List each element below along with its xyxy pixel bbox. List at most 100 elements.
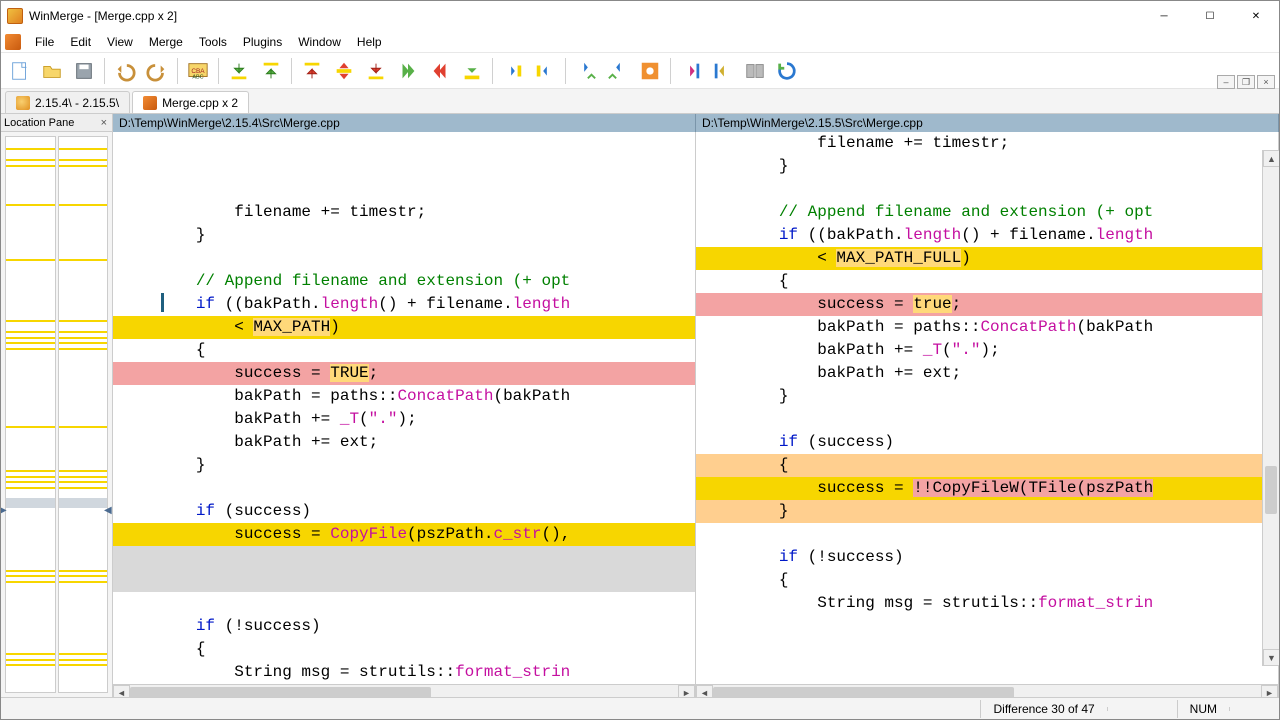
code-line[interactable]: bakPath = paths::ConcatPath(bakPath <box>696 316 1278 339</box>
scroll-up-icon[interactable]: ▲ <box>1263 150 1279 167</box>
menu-plugins[interactable]: Plugins <box>235 32 290 52</box>
menu-merge[interactable]: Merge <box>141 32 191 52</box>
code-line[interactable]: success = CopyFile(pszPath.c_str(), <box>113 523 695 546</box>
scroll-right-icon[interactable]: ► <box>1261 685 1278 698</box>
code-line[interactable] <box>113 569 695 592</box>
code-line[interactable]: { <box>696 270 1278 293</box>
scroll-left-icon[interactable]: ◄ <box>113 685 130 698</box>
menu-file[interactable]: File <box>27 32 62 52</box>
new-button[interactable] <box>5 56 35 86</box>
menu-window[interactable]: Window <box>290 32 349 52</box>
code-line[interactable] <box>113 477 695 500</box>
right-code-pane[interactable]: filename += timestr; } // Append filenam… <box>696 132 1279 697</box>
code-line[interactable]: bakPath += _T("."); <box>113 408 695 431</box>
diff-up-button[interactable] <box>256 56 286 86</box>
left-file-header[interactable]: D:\Temp\WinMerge\2.15.4\Src\Merge.cpp <box>113 114 696 132</box>
code-line[interactable]: } <box>696 500 1278 523</box>
save-button[interactable] <box>69 56 99 86</box>
maximize-button[interactable]: ☐ <box>1187 1 1233 31</box>
code-line[interactable]: if (!success) <box>113 615 695 638</box>
copy-right-button[interactable] <box>498 56 528 86</box>
code-line[interactable] <box>696 408 1278 431</box>
open-button[interactable] <box>37 56 67 86</box>
code-line[interactable]: { <box>696 569 1278 592</box>
code-line[interactable]: bakPath = paths::ConcatPath(bakPath <box>113 385 695 408</box>
code-line[interactable] <box>113 592 695 615</box>
code-line[interactable]: bakPath += _T("."); <box>696 339 1278 362</box>
code-line[interactable]: < MAX_PATH) <box>113 316 695 339</box>
code-line[interactable]: if ((bakPath.length() + filename.length <box>696 224 1278 247</box>
diff-down-button[interactable] <box>224 56 254 86</box>
code-line[interactable]: { <box>113 339 695 362</box>
next-diff-button[interactable] <box>393 56 423 86</box>
code-line[interactable]: String msg = strutils::format_strin <box>113 661 695 684</box>
refresh-button[interactable] <box>772 56 802 86</box>
code-line[interactable]: if ((bakPath.length() + filename.length <box>113 293 695 316</box>
code-line[interactable]: } <box>696 155 1278 178</box>
right-hscrollbar[interactable]: ◄ ► <box>696 684 1278 697</box>
skip-diff-button[interactable] <box>457 56 487 86</box>
code-line[interactable]: { <box>696 454 1278 477</box>
tab-0[interactable]: 2.15.4\ - 2.15.5\ <box>5 91 130 113</box>
scroll-down-icon[interactable]: ▼ <box>1263 649 1279 666</box>
menu-tools[interactable]: Tools <box>191 32 235 52</box>
mdi-close[interactable]: × <box>1257 75 1275 89</box>
code-line[interactable]: { <box>113 638 695 661</box>
mdi-controls: – ❐ × <box>1217 75 1275 89</box>
split-button[interactable] <box>740 56 770 86</box>
code-line[interactable]: } <box>113 224 695 247</box>
wrench-button[interactable] <box>635 56 665 86</box>
abc-button[interactable]: CBAABC <box>183 56 213 86</box>
copy-left-next-button[interactable] <box>603 56 633 86</box>
all-right-button[interactable] <box>676 56 706 86</box>
prev-diff-button[interactable] <box>425 56 455 86</box>
location-column-left[interactable] <box>5 136 56 693</box>
status-bar: Difference 30 of 47 NUM <box>1 697 1279 719</box>
code-line[interactable]: success = !!CopyFileW(TFile(pszPath <box>696 477 1278 500</box>
tab-1[interactable]: Merge.cpp x 2 <box>132 91 249 113</box>
code-line[interactable] <box>113 546 695 569</box>
menu-edit[interactable]: Edit <box>62 32 99 52</box>
scroll-left-icon[interactable]: ◄ <box>696 685 713 698</box>
copy-right-next-button[interactable] <box>571 56 601 86</box>
code-line[interactable]: if (!success) <box>696 546 1278 569</box>
mdi-minimize[interactable]: – <box>1217 75 1235 89</box>
vscrollbar[interactable]: ▲ ▼ <box>1262 150 1279 666</box>
scroll-right-icon[interactable]: ► <box>678 685 695 698</box>
code-line[interactable] <box>696 178 1278 201</box>
code-line[interactable]: String msg = strutils::format_strin <box>696 592 1278 615</box>
code-line[interactable]: if (success) <box>113 500 695 523</box>
undo-button[interactable] <box>110 56 140 86</box>
code-line[interactable] <box>696 523 1278 546</box>
copy-left-button[interactable] <box>530 56 560 86</box>
location-pane-close[interactable]: × <box>99 117 109 129</box>
code-line[interactable]: if (success) <box>696 431 1278 454</box>
all-left-button[interactable] <box>708 56 738 86</box>
close-button[interactable]: ✕ <box>1233 1 1279 31</box>
left-code-pane[interactable]: filename += timestr; } // Append filenam… <box>113 132 696 697</box>
code-line[interactable]: success = TRUE; <box>113 362 695 385</box>
code-line[interactable]: < MAX_PATH_FULL) <box>696 247 1278 270</box>
code-line[interactable]: // Append filename and extension (+ opt <box>113 270 695 293</box>
code-line[interactable] <box>113 247 695 270</box>
right-file-header[interactable]: D:\Temp\WinMerge\2.15.5\Src\Merge.cpp <box>696 114 1279 132</box>
code-line[interactable]: // Append filename and extension (+ opt <box>696 201 1278 224</box>
mdi-restore[interactable]: ❐ <box>1237 75 1255 89</box>
code-line[interactable]: } <box>113 454 695 477</box>
code-line[interactable]: filename += timestr; <box>113 201 695 224</box>
location-column-right[interactable] <box>58 136 109 693</box>
redo-button[interactable] <box>142 56 172 86</box>
code-line[interactable]: success = true; <box>696 293 1278 316</box>
code-line[interactable]: bakPath += ext; <box>696 362 1278 385</box>
left-hscrollbar[interactable]: ◄ ► <box>113 684 695 697</box>
code-line[interactable]: filename += timestr; <box>696 132 1278 155</box>
last-diff-button[interactable] <box>361 56 391 86</box>
first-diff-button[interactable] <box>297 56 327 86</box>
minimize-button[interactable]: ─ <box>1141 1 1187 31</box>
current-diff-button[interactable] <box>329 56 359 86</box>
menu-view[interactable]: View <box>99 32 141 52</box>
code-line[interactable]: } <box>696 385 1278 408</box>
code-line[interactable]: bakPath += ext; <box>113 431 695 454</box>
location-pane-body[interactable]: ▶ ◀ <box>1 132 112 697</box>
menu-help[interactable]: Help <box>349 32 390 52</box>
